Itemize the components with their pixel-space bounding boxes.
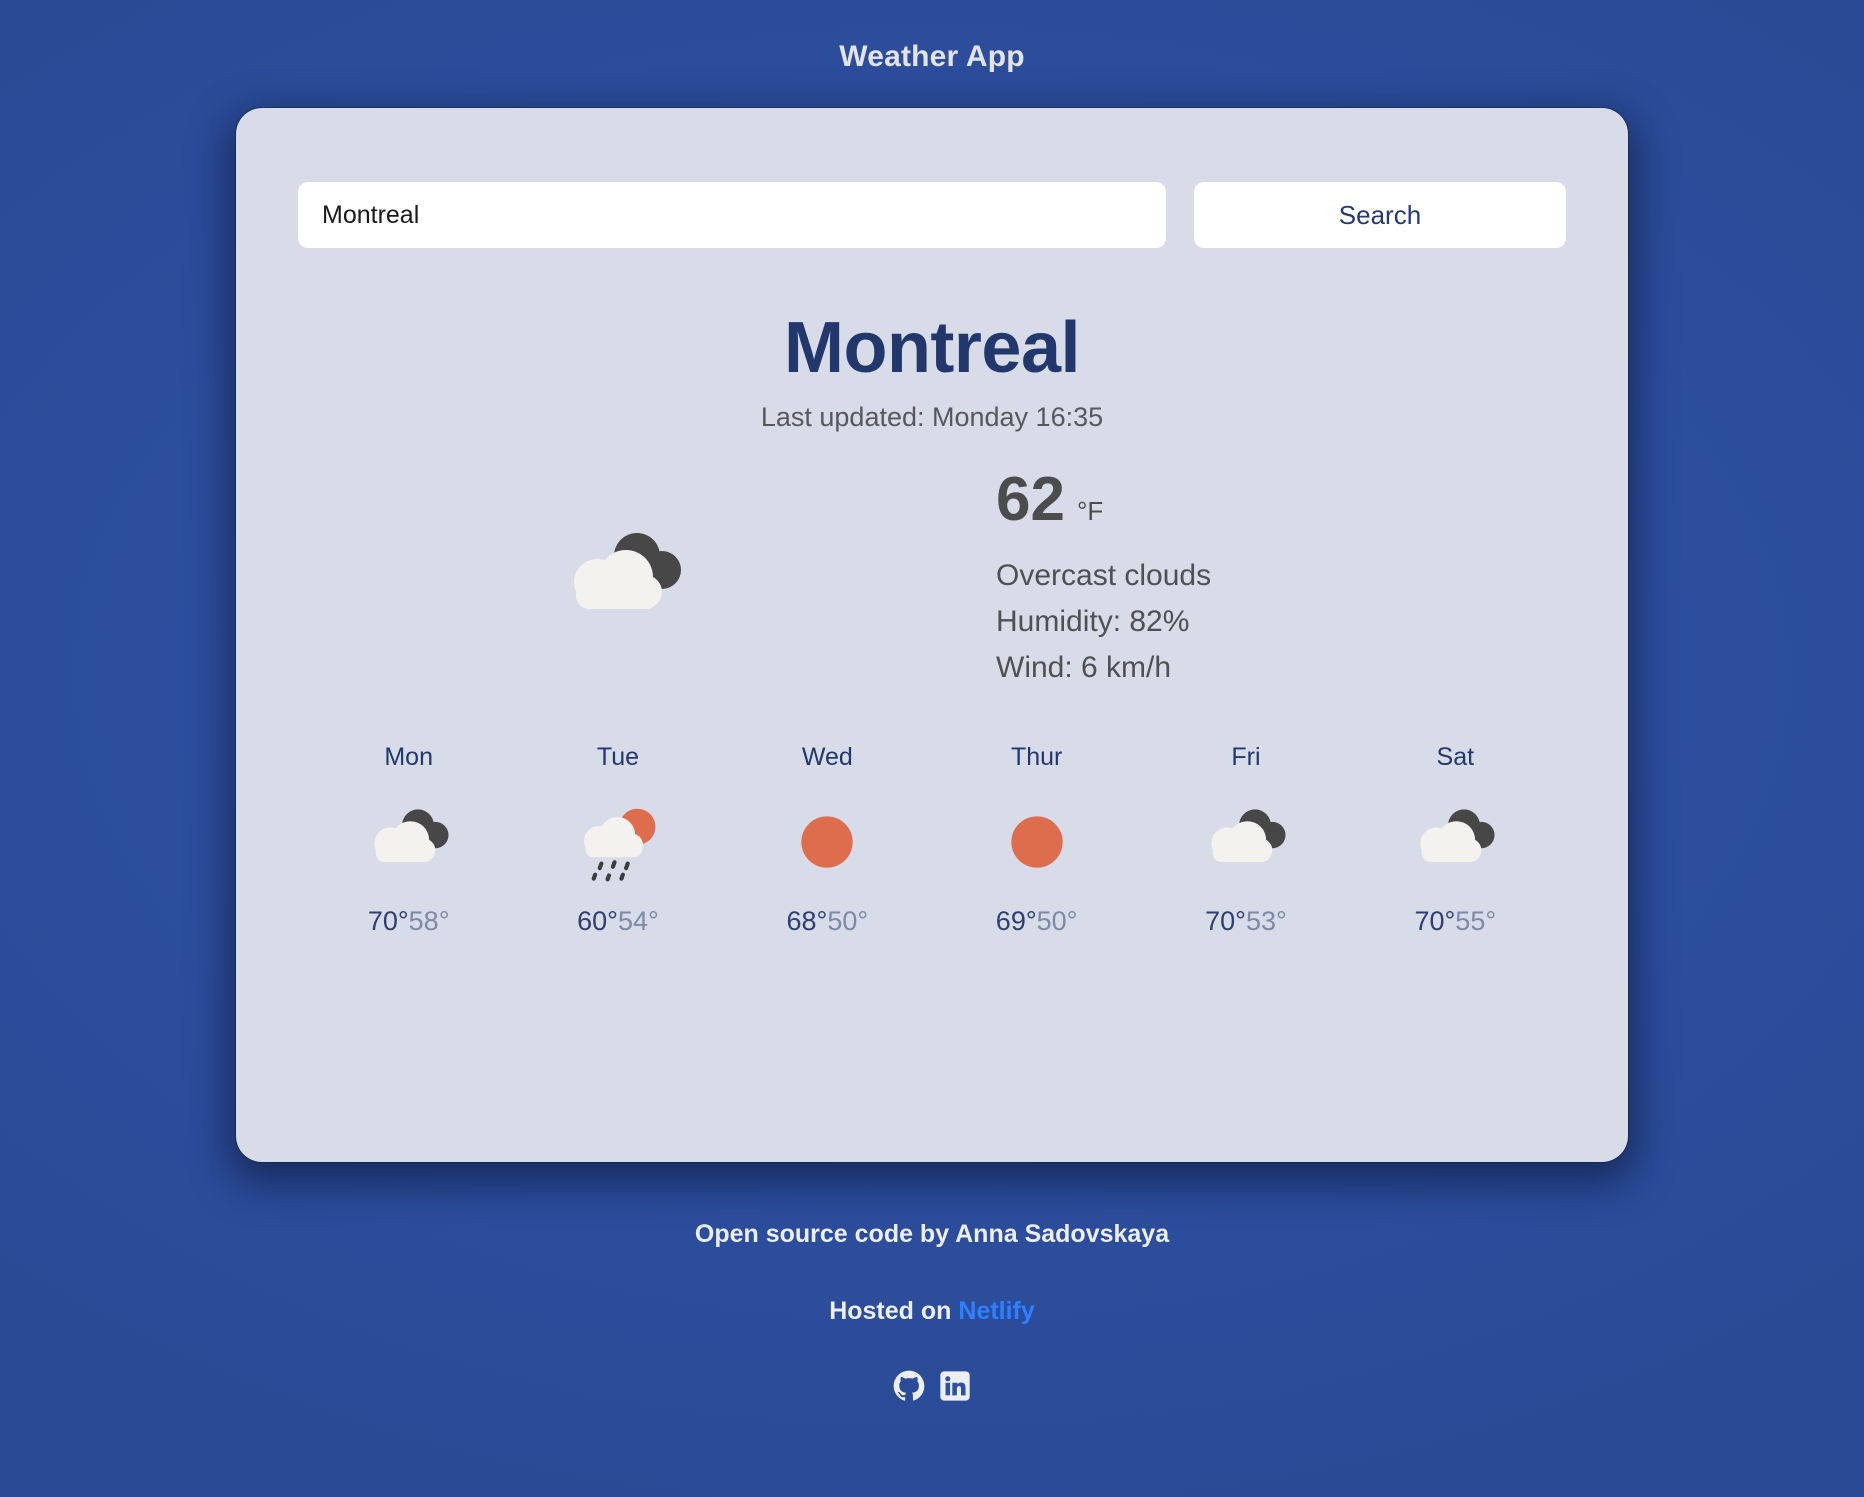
- weather-card: Search Montreal Last updated: Monday 16:…: [236, 108, 1628, 1162]
- netlify-link[interactable]: Netlify: [958, 1297, 1034, 1325]
- current-conditions: 62 °F Overcast clouds Humidity: 82% Wind…: [292, 464, 1572, 692]
- overcast-clouds-icon: [1211, 809, 1286, 863]
- linkedin-icon: [940, 1371, 970, 1401]
- forecast-icon-container: [304, 794, 513, 890]
- forecast-day: Thur 69°50°: [932, 743, 1141, 937]
- overcast-clouds-icon: [1420, 809, 1495, 863]
- forecast-max-temp: 70°: [367, 906, 409, 937]
- temperature-value: 62: [996, 464, 1065, 534]
- forecast-icon-container: [513, 794, 722, 890]
- overcast-clouds-icon: [373, 809, 449, 863]
- github-link[interactable]: [893, 1370, 925, 1402]
- github-icon: [893, 1370, 925, 1401]
- page-title: Weather App: [839, 40, 1025, 73]
- forecast-day: Sat 70°55°: [1351, 743, 1560, 937]
- forecast-temps: 60°54°: [513, 906, 722, 937]
- forecast-icon-container: [932, 794, 1141, 890]
- temperature-unit: °F: [1076, 495, 1104, 526]
- forecast-temps: 70°58°: [304, 906, 513, 937]
- forecast-day: Wed 68°50°: [723, 743, 932, 937]
- search-input[interactable]: [298, 182, 1166, 248]
- sun-icon: [1010, 816, 1063, 868]
- forecast-max-temp: 70°: [1414, 906, 1456, 937]
- forecast-min-temp: 53°: [1245, 906, 1287, 937]
- forecast-day-name: Sat: [1436, 743, 1475, 772]
- search-form: Search: [292, 182, 1572, 248]
- footer: Open source code by Anna Sadovskaya Host…: [0, 1220, 1864, 1402]
- temperature-line: 62 °F: [996, 464, 1548, 534]
- forecast-day-name: Thur: [1010, 743, 1063, 772]
- forecast-icon-container: [723, 794, 932, 890]
- app-header: Weather App: [0, 0, 1864, 74]
- forecast-max-temp: 70°: [1205, 906, 1246, 937]
- forecast-day: Mon 70°58°: [304, 743, 513, 937]
- forecast-day: Tue 60°54°: [513, 743, 722, 937]
- forecast-icon-container: [1141, 794, 1350, 890]
- forecast-max-temp: 69°: [995, 906, 1037, 937]
- current-readings: 62 °F Overcast clouds Humidity: 82% Wind…: [932, 464, 1548, 692]
- forecast-min-temp: 50°: [1036, 906, 1078, 937]
- current-icon-container: [316, 470, 932, 690]
- forecast-temps: 70°53°: [1141, 906, 1350, 937]
- forecast-day-name: Wed: [801, 743, 853, 772]
- forecast-min-temp: 54°: [617, 906, 659, 937]
- forecast-temps: 69°50°: [932, 906, 1141, 937]
- city-name: Montreal: [783, 308, 1081, 388]
- humidity-value: Humidity: 82%: [996, 604, 1190, 638]
- forecast-min-temp: 50°: [827, 906, 869, 937]
- conditions-list: Overcast clouds Humidity: 82% Wind: 6 km…: [996, 553, 1548, 692]
- last-updated: Last updated: Monday 16:35: [760, 401, 1104, 432]
- footer-credit: Open source code by Anna Sadovskaya: [694, 1220, 1170, 1248]
- forecast-max-temp: 68°: [786, 906, 828, 937]
- sun-icon: [801, 816, 853, 868]
- search-button[interactable]: Search: [1194, 182, 1566, 248]
- city-block: Montreal Last updated: Monday 16:35: [292, 308, 1572, 433]
- forecast-day: Fri 70°53°: [1141, 743, 1350, 937]
- linkedin-link[interactable]: [939, 1370, 971, 1402]
- forecast-min-temp: 55°: [1455, 906, 1497, 937]
- forecast-day-name: Mon: [384, 743, 433, 772]
- forecast-row: Mon 70°58° Tue 60°54° Wed 68°50° Thur 69…: [292, 743, 1572, 937]
- forecast-day-name: Tue: [596, 743, 640, 772]
- footer-hosted: Hosted on Netlify: [0, 1297, 1864, 1326]
- forecast-temps: 68°50°: [723, 906, 932, 937]
- forecast-temps: 70°55°: [1351, 906, 1560, 937]
- forecast-max-temp: 60°: [577, 906, 618, 937]
- card-container: Search Montreal Last updated: Monday 16:…: [0, 108, 1864, 1162]
- social-links: [0, 1370, 1864, 1402]
- weather-description: Overcast clouds: [996, 558, 1212, 592]
- overcast-clouds-icon: [574, 533, 681, 610]
- forecast-min-temp: 58°: [408, 906, 450, 937]
- forecast-icon-container: [1351, 794, 1560, 890]
- forecast-day-name: Fri: [1231, 743, 1261, 772]
- sun-rain-icon: [584, 809, 656, 882]
- footer-hosted-prefix: Hosted on: [829, 1297, 959, 1325]
- wind-value: Wind: 6 km/h: [996, 651, 1172, 685]
